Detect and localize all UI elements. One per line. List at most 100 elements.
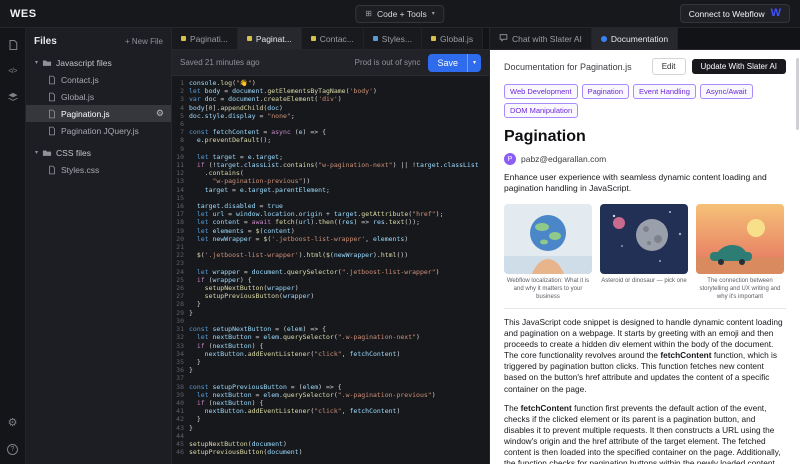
new-file-button[interactable]: + New File [125, 37, 163, 46]
code-line[interactable]: 46setupPreviousButton(document) [174, 448, 489, 456]
file-group-header[interactable]: ▾Javascript files [26, 54, 171, 71]
main-area: </> ⚙? Files + New File ▾Javascript files… [0, 28, 800, 464]
connect-to-webflow-button[interactable]: Connect to Webflow W [680, 4, 790, 23]
code-editor[interactable]: 1console.log("👋")2let body = document.ge… [172, 76, 489, 464]
code-line[interactable]: 30 [174, 317, 489, 325]
edit-button[interactable]: Edit [652, 58, 686, 75]
code-text: } [189, 358, 201, 366]
file-item[interactable]: Global.js [26, 88, 171, 105]
code-line[interactable]: 22 $('.jetboost-list-wrapper').html($(ne… [174, 251, 489, 259]
code-tools-dropdown[interactable]: ⊞ Code + Tools ▾ [355, 5, 444, 23]
code-line[interactable]: 9 [174, 145, 489, 153]
gear-icon[interactable]: ⚙ [156, 108, 171, 119]
code-line[interactable]: 36} [174, 366, 489, 374]
line-number: 35 [174, 358, 189, 366]
code-line[interactable]: 29} [174, 309, 489, 317]
scrollbar-thumb[interactable] [796, 58, 799, 130]
line-number: 6 [174, 120, 189, 128]
code-line[interactable]: 45setupNextButton(document) [174, 440, 489, 448]
save-button[interactable]: Save ▾ [428, 54, 481, 72]
code-line[interactable]: 1console.log("👋") [174, 79, 489, 87]
files-header: Files + New File [26, 28, 171, 54]
file-tree: ▾Javascript filesContact.jsGlobal.jsPagi… [26, 54, 171, 178]
file-item[interactable]: Styles.css [26, 161, 171, 178]
code-line[interactable]: 23 [174, 259, 489, 267]
panel-tab[interactable]: Chat with Slater AI [490, 28, 592, 49]
line-number: 30 [174, 317, 189, 325]
code-line[interactable]: 25 if (wrapper) { [174, 276, 489, 284]
code-line[interactable]: 19 let elements = $(content) [174, 227, 489, 235]
library-icon[interactable] [6, 90, 20, 104]
save-dropdown-caret[interactable]: ▾ [467, 54, 481, 72]
editor-tab[interactable]: Global.js [422, 28, 483, 49]
tab-label: Chat with Slater AI [512, 34, 582, 44]
code-line[interactable]: 33 if (nextButton) { [174, 342, 489, 350]
update-with-slater-ai-button[interactable]: Update With Slater AI [692, 59, 786, 74]
code-line[interactable]: 14 target = e.target.parentElement; [174, 186, 489, 194]
line-number: 38 [174, 383, 189, 391]
code-line[interactable]: 26 setupNextButton(wrapper) [174, 284, 489, 292]
settings-icon[interactable]: ⚙ [6, 416, 20, 430]
tab-label: Contac... [320, 34, 354, 44]
code-line[interactable]: 2let body = document.getElementsByTagNam… [174, 87, 489, 95]
code-line[interactable]: 24 let wrapper = document.querySelector(… [174, 268, 489, 276]
help-icon[interactable]: ? [6, 442, 20, 456]
code-icon[interactable]: </> [6, 64, 20, 78]
code-line[interactable]: 37 [174, 374, 489, 382]
code-line[interactable]: 40 if (nextButton) { [174, 399, 489, 407]
code-line[interactable]: 6 [174, 120, 489, 128]
code-line[interactable]: 31const setupNextButton = (elem) => { [174, 325, 489, 333]
code-line[interactable]: 16 target.disabled = true [174, 202, 489, 210]
code-line[interactable]: 7const fetchContent = async (e) => { [174, 128, 489, 136]
save-label[interactable]: Save [428, 58, 467, 68]
code-line[interactable]: 21 [174, 243, 489, 251]
chat-icon [499, 33, 508, 44]
code-line[interactable]: 17 let url = window.location.origin + ta… [174, 210, 489, 218]
code-line[interactable]: 15 [174, 194, 489, 202]
line-number: 17 [174, 210, 189, 218]
code-line[interactable]: 42 } [174, 415, 489, 423]
code-text: let target = e.target; [189, 153, 283, 161]
file-group-header[interactable]: ▾CSS files [26, 144, 171, 161]
line-number: 27 [174, 292, 189, 300]
new-file-tab[interactable]: + New File [483, 28, 489, 49]
panel-tab[interactable]: Documentation [592, 28, 678, 49]
line-number: 12 [174, 169, 189, 177]
editor-tab[interactable]: Styles... [364, 28, 422, 49]
code-line[interactable]: 35 } [174, 358, 489, 366]
doc-intro: Enhance user experience with seamless dy… [504, 172, 786, 195]
code-line[interactable]: 11 if (!target.classList.contains("w-pag… [174, 161, 489, 169]
code-line[interactable]: 32 let nextButton = elem.querySelector("… [174, 333, 489, 341]
code-line[interactable]: 27 setupPreviousButton(wrapper) [174, 292, 489, 300]
code-line[interactable]: 18 let content = await fetch(url).then((… [174, 218, 489, 226]
code-line[interactable]: 3var doc = document.createElement('div') [174, 95, 489, 103]
editor-tab[interactable]: Contac... [302, 28, 364, 49]
line-number: 13 [174, 177, 189, 185]
code-text [189, 194, 193, 202]
code-line[interactable]: 20 let newWrapper = $('.jetboost-list-wr… [174, 235, 489, 243]
card-illustration [600, 204, 688, 274]
line-number: 24 [174, 268, 189, 276]
code-line[interactable]: 38const setupPreviousButton = (elem) => … [174, 383, 489, 391]
code-line[interactable]: 13 "w-pagination-previous")) [174, 177, 489, 185]
code-line[interactable]: 34 nextButton.addEventListener("click", … [174, 350, 489, 358]
code-line[interactable]: 43} [174, 424, 489, 432]
code-line[interactable]: 41 nextButton.addEventListener("click", … [174, 407, 489, 415]
code-line[interactable]: 12 .contains( [174, 169, 489, 177]
editor-tab[interactable]: Paginati... [172, 28, 238, 49]
file-item[interactable]: Pagination.js⚙ [26, 105, 171, 122]
file-item[interactable]: Pagination JQuery.js [26, 122, 171, 139]
code-text: } [189, 424, 193, 432]
code-line[interactable]: 8 e.preventDefault(); [174, 136, 489, 144]
code-line[interactable]: 44 [174, 432, 489, 440]
code-line[interactable]: 10 let target = e.target; [174, 153, 489, 161]
card-illustration [696, 204, 784, 274]
code-line[interactable]: 39 let nextButton = elem.querySelector("… [174, 391, 489, 399]
image-card: Asteroid or dinosaur — pick one [600, 204, 688, 301]
editor-tab[interactable]: Paginat... [238, 28, 302, 49]
file-item[interactable]: Contact.js [26, 71, 171, 88]
code-line[interactable]: 28 } [174, 300, 489, 308]
files-icon[interactable] [6, 38, 20, 52]
code-line[interactable]: 4body[0].appendChild(doc) [174, 104, 489, 112]
code-line[interactable]: 5doc.style.display = "none"; [174, 112, 489, 120]
